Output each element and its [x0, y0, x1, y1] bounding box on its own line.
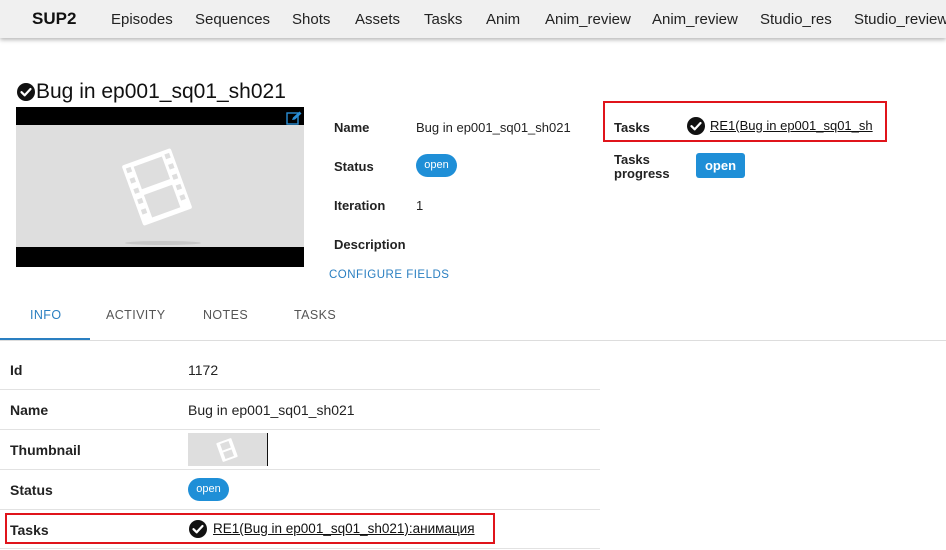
tasks-progress-label-line2: progress	[614, 166, 670, 181]
info-task-done-icon	[189, 520, 207, 538]
tabs-divider	[0, 340, 946, 341]
nav-anim-review-1[interactable]: Anim_review	[545, 11, 631, 28]
nav-studio-res[interactable]: Studio_res	[760, 11, 832, 28]
row-divider	[0, 548, 600, 549]
tab-activity[interactable]: ACTIVITY	[106, 308, 165, 322]
thumbnail-edge	[267, 433, 268, 466]
top-nav: SUP2 Episodes Sequences Shots Assets Tas…	[0, 0, 946, 38]
row-divider	[0, 469, 600, 470]
film-icon	[122, 148, 201, 245]
status-badge[interactable]: open	[416, 154, 457, 177]
iteration-label: Iteration	[334, 198, 386, 213]
configure-fields-link[interactable]: CONFIGURE FIELDS	[329, 269, 449, 281]
row-divider	[0, 429, 600, 430]
info-id-value: 1172	[188, 362, 219, 378]
project-brand[interactable]: SUP2	[32, 9, 76, 29]
info-thumbnail-label: Thumbnail	[10, 442, 81, 458]
row-divider	[0, 389, 600, 390]
nav-sequences[interactable]: Sequences	[195, 11, 270, 28]
task-done-icon	[687, 117, 705, 135]
iteration-value[interactable]: 1	[416, 198, 423, 213]
tasks-progress-label-line1: Tasks	[614, 152, 650, 167]
info-name-label: Name	[10, 402, 49, 418]
info-id-label: Id	[10, 362, 23, 378]
nav-shots[interactable]: Shots	[292, 11, 330, 28]
description-label: Description	[334, 237, 406, 252]
status-label: Status	[334, 159, 374, 174]
tab-notes[interactable]: NOTES	[203, 308, 248, 322]
info-status-badge[interactable]: open	[188, 478, 229, 501]
nav-tasks[interactable]: Tasks	[424, 11, 462, 28]
info-task-link[interactable]: RE1(Bug in ep001_sq01_sh021):анимация	[213, 521, 475, 536]
name-value[interactable]: Bug in ep001_sq01_sh021	[416, 120, 571, 135]
film-icon	[216, 438, 238, 462]
info-tasks-label: Tasks	[10, 522, 49, 538]
nav-anim-review-2[interactable]: Anim_review	[652, 11, 738, 28]
nav-studio-review[interactable]: Studio_review	[854, 11, 946, 28]
thumbnail-preview[interactable]	[16, 107, 304, 267]
info-name-value: Bug in ep001_sq01_sh021	[188, 402, 355, 418]
tab-info[interactable]: INFO	[30, 308, 61, 322]
thumbnail-placeholder	[16, 125, 304, 247]
tab-tasks[interactable]: TASKS	[294, 308, 336, 322]
tasks-label: Tasks	[614, 120, 650, 135]
info-status-label: Status	[10, 482, 53, 498]
nav-episodes[interactable]: Episodes	[111, 11, 173, 28]
page-title: Bug in ep001_sq01_sh021	[36, 80, 286, 103]
info-thumbnail[interactable]	[188, 433, 268, 466]
name-label: Name	[334, 120, 370, 135]
edit-icon[interactable]	[286, 111, 302, 125]
nav-assets[interactable]: Assets	[355, 11, 400, 28]
tasks-progress-button[interactable]: open	[696, 153, 745, 178]
check-circle-icon	[17, 83, 35, 101]
nav-anim[interactable]: Anim	[486, 11, 520, 28]
task-link[interactable]: RE1(Bug in ep001_sq01_sh	[710, 118, 874, 133]
row-divider	[0, 509, 600, 510]
